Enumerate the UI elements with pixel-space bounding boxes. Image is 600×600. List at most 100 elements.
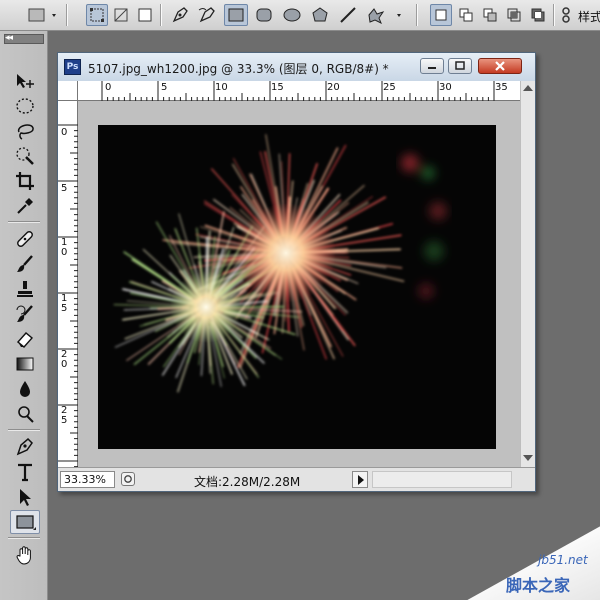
options-bar: 样式 <box>0 0 600 31</box>
pen-icon <box>172 7 188 23</box>
move-tool[interactable] <box>10 69 40 93</box>
close-button[interactable] <box>478 58 522 74</box>
freeform-pen-icon <box>198 7 215 23</box>
marquee-tool[interactable] <box>10 94 40 118</box>
minimize-icon <box>428 67 436 69</box>
type-tool[interactable] <box>10 460 40 484</box>
status-menu-icon[interactable] <box>121 472 135 486</box>
v-ruler-label: 25 <box>61 405 68 426</box>
horizontal-scrollbar[interactable] <box>372 471 512 488</box>
tools-panel: ◂◂ <box>0 31 48 600</box>
fill-pixels-icon <box>138 8 152 22</box>
blur-tool-icon <box>20 381 30 397</box>
minimize-button[interactable] <box>420 58 444 74</box>
clone-stamp-tool-icon <box>17 281 33 297</box>
clone-stamp-tool[interactable] <box>10 277 40 301</box>
intersect-mode-icon <box>507 8 521 22</box>
rectangle-shape-button[interactable] <box>224 4 248 26</box>
tool-preset-picker[interactable] <box>24 4 62 26</box>
gradient-tool[interactable] <box>10 352 40 376</box>
style-label: 样式 <box>578 10 600 24</box>
vertical-ruler[interactable]: 0 5 10 15 20 25 <box>58 101 78 467</box>
crop-tool[interactable] <box>10 169 40 193</box>
collapse-arrows-icon[interactable]: ◂◂ <box>5 33 13 43</box>
link-icon <box>562 7 570 23</box>
history-brush-tool-icon <box>16 305 33 322</box>
exclude-mode-button[interactable] <box>527 4 549 26</box>
zoom-level-field[interactable]: 33.33% <box>60 471 115 488</box>
line-icon <box>340 7 356 23</box>
horizontal-ruler[interactable]: 0 5 10 15 20 25 30 35 <box>78 81 520 101</box>
new-layer-mode-button[interactable] <box>430 4 452 26</box>
add-mode-button[interactable] <box>455 4 477 26</box>
maximize-button[interactable] <box>448 58 472 74</box>
scroll-up-arrow[interactable] <box>523 85 533 91</box>
freeform-pen-button[interactable] <box>195 4 219 26</box>
quick-select-tool-icon <box>16 147 34 165</box>
ellipse-button[interactable] <box>280 4 304 26</box>
blur-tool[interactable] <box>10 377 40 401</box>
polygon-button[interactable] <box>308 4 332 26</box>
hand-tool-icon <box>16 546 31 565</box>
h-ruler-label: 30 <box>439 82 452 93</box>
healing-brush-tool[interactable] <box>10 227 40 251</box>
h-ruler-label: 15 <box>271 82 284 93</box>
dodge-tool[interactable] <box>10 402 40 426</box>
fill-pixels-button[interactable] <box>134 4 156 26</box>
scroll-down-arrow[interactable] <box>523 455 533 461</box>
brush-tool-icon <box>17 255 33 272</box>
quick-select-tool[interactable] <box>10 144 40 168</box>
vertical-scrollbar[interactable] <box>520 81 535 467</box>
eraser-tool[interactable] <box>10 327 40 351</box>
move-tool-icon <box>17 74 34 88</box>
document-title-bar[interactable]: Ps 5107.jpg_wh1200.jpg @ 33.3% (图层 0, RG… <box>58 53 535 81</box>
red-burst-core <box>236 203 336 303</box>
subtract-mode-button[interactable] <box>479 4 501 26</box>
path-select-tool[interactable] <box>10 485 40 509</box>
lasso-tool[interactable] <box>10 119 40 143</box>
eyedropper-tool[interactable] <box>10 194 40 218</box>
rectangle-tool-icon <box>28 8 56 22</box>
maximize-icon <box>455 61 465 70</box>
custom-shape-button[interactable] <box>364 4 408 26</box>
h-ruler-label: 20 <box>327 82 340 93</box>
status-info-icon <box>124 475 132 483</box>
lasso-tool-icon <box>17 124 34 140</box>
hand-tool[interactable] <box>10 543 40 567</box>
v-ruler-label: 0 <box>61 127 68 138</box>
rounded-rectangle-icon <box>256 8 272 22</box>
exclude-mode-icon <box>531 8 545 22</box>
close-icon <box>495 61 505 71</box>
dodge-tool-icon <box>18 406 34 423</box>
line-button[interactable] <box>336 4 360 26</box>
h-ruler-label: 0 <box>105 82 112 93</box>
healing-brush-tool-icon <box>17 231 33 247</box>
eraser-tool-icon <box>16 332 34 348</box>
paths-button[interactable] <box>110 4 132 26</box>
rectangle-tool[interactable] <box>10 510 40 534</box>
crop-tool-icon <box>16 172 34 190</box>
h-ruler-label: 35 <box>495 82 508 93</box>
pen-tool[interactable] <box>10 435 40 459</box>
v-ruler-label: 10 <box>61 237 68 258</box>
custom-shape-icon <box>368 8 401 24</box>
marquee-tool-icon <box>16 98 34 114</box>
brush-tool[interactable] <box>10 252 40 276</box>
rounded-rectangle-button[interactable] <box>252 4 276 26</box>
intersect-mode-button[interactable] <box>503 4 525 26</box>
canvas-area[interactable] <box>78 101 520 467</box>
document-window: Ps 5107.jpg_wh1200.jpg @ 33.3% (图层 0, RG… <box>57 52 536 492</box>
subtract-mode-icon <box>483 8 497 22</box>
v-ruler-label: 15 <box>61 293 68 314</box>
link-button[interactable] <box>558 4 574 26</box>
v-ruler-label: 20 <box>61 349 68 370</box>
pen-button[interactable] <box>168 4 192 26</box>
history-brush-tool[interactable] <box>10 302 40 326</box>
type-tool-icon <box>18 463 32 482</box>
ruler-origin[interactable] <box>58 81 78 101</box>
shape-layers-icon <box>90 8 104 22</box>
polygon-icon <box>312 7 328 22</box>
h-ruler-label: 10 <box>215 82 228 93</box>
shape-layers-button[interactable] <box>86 4 108 26</box>
status-info-menu-arrow[interactable] <box>352 471 368 488</box>
